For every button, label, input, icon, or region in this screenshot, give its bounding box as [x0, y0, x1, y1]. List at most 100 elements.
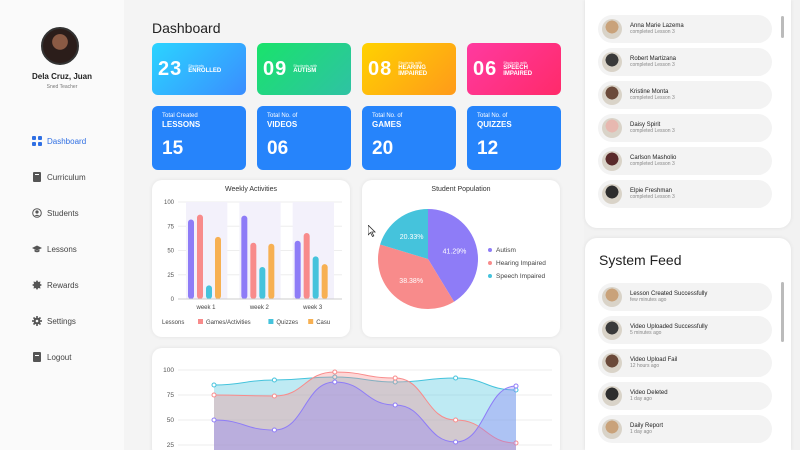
recent-activity-row[interactable]: Daisy Spirit completed Lesson 3	[598, 114, 772, 142]
total-small: Total No. of	[372, 113, 403, 119]
legend-swatch	[488, 261, 492, 265]
legend-label: Speech Impaired	[496, 273, 546, 280]
stat-card-enrolled[interactable]: 23 Students ENROLLED	[152, 43, 246, 95]
avatar	[602, 118, 622, 138]
sidebar: Dela Cruz, Juan Sned Teacher Dashboard C…	[0, 0, 124, 450]
cursor-icon	[368, 225, 376, 237]
nav-item-curriculum[interactable]: Curriculum	[32, 170, 86, 184]
grid-icon	[32, 136, 42, 146]
feed-title: System Feed	[599, 252, 682, 268]
recent-activity-row[interactable]: Carlson Masholio completed Lesson 3	[598, 147, 772, 175]
stat-big: HEARING IMPAIRED	[398, 65, 428, 77]
feed-item-text: Daily Report 1 day ago	[630, 423, 663, 436]
feed-item-row[interactable]: Video Upload Fail 12 hours ago	[598, 349, 772, 377]
feed-item-row[interactable]: Video Deleted 1 day ago	[598, 382, 772, 410]
bar	[321, 264, 328, 299]
nav-item-lessons[interactable]: Lessons	[32, 242, 77, 256]
y-tick-label: 100	[163, 367, 174, 374]
stat-small: Students with	[503, 60, 528, 65]
stat-card-speech[interactable]: 06 Students with SPEECH IMPAIRED	[467, 43, 561, 95]
user-circle-icon	[32, 208, 42, 218]
data-point	[271, 377, 277, 383]
avatar	[602, 19, 622, 39]
bar	[250, 242, 257, 299]
total-big: LESSONS	[162, 120, 201, 129]
data-point	[211, 417, 217, 423]
recent-activity-text: Daisy Spirit completed Lesson 3	[630, 122, 675, 135]
x-tick-label: week 3	[302, 305, 323, 311]
feed-item-subtitle: 12 hours ago	[630, 362, 660, 369]
stat-value: 06	[473, 57, 498, 80]
feed-item-row[interactable]: Lesson Created Successfully few minutes a…	[598, 283, 772, 311]
stat-big: AUTISM	[293, 68, 317, 74]
recent-activity-row[interactable]: Kristine Monta completed Lesson 3	[598, 81, 772, 109]
data-point	[453, 375, 459, 381]
legend-label: Hearing Impaired	[496, 260, 546, 267]
feed-item-row[interactable]: Daily Report 1 day ago	[598, 415, 772, 443]
recent-activity-row[interactable]: Robert Martizana completed Lesson 3	[598, 48, 772, 76]
data-point	[453, 439, 459, 445]
stat-value: 08	[368, 57, 393, 80]
total-big: VIDEOS	[267, 120, 298, 129]
feed-item-row[interactable]: Video Uploaded Successfully 5 minutes ago	[598, 316, 772, 344]
legend-swatch	[488, 248, 492, 252]
pie-label: 20.33%	[400, 234, 424, 241]
total-value: 20	[372, 138, 394, 159]
total-card-lessons[interactable]: Total Created LESSONS 15	[152, 106, 246, 170]
area-chart: 100 75 50 25	[163, 367, 552, 450]
recent-activity-subtitle: completed Lesson 3	[630, 28, 675, 35]
stat-small: Students with	[398, 60, 423, 65]
bar	[312, 256, 319, 299]
total-small: Total No. of	[477, 113, 508, 119]
recent-activity-row[interactable]: Elpie Freshman completed Lesson 3	[598, 180, 772, 208]
nav-item-students[interactable]: Students	[32, 206, 79, 220]
total-card-videos[interactable]: Total No. of VIDEOS 06	[257, 106, 351, 170]
feed-scrollbar[interactable]	[781, 282, 784, 342]
legend-swatch	[268, 319, 274, 324]
total-small: Total No. of	[267, 113, 298, 119]
x-tick-label: week 2	[249, 305, 270, 311]
nav-item-settings[interactable]: Settings	[32, 314, 76, 328]
avatar[interactable]	[41, 27, 79, 65]
total-value: 15	[162, 138, 184, 159]
avatar	[602, 320, 622, 340]
avatar	[602, 184, 622, 204]
recent-activity-text: Anna Marie Lazema completed Lesson 3	[630, 23, 684, 36]
avatar	[602, 386, 622, 406]
data-point	[392, 402, 398, 408]
legend-label: Autism	[496, 247, 516, 254]
nav-label: Dashboard	[47, 136, 87, 146]
total-card-games[interactable]: Total No. of GAMES 20	[362, 106, 456, 170]
legend-swatch	[308, 319, 314, 324]
nav-item-dashboard[interactable]: Dashboard	[32, 134, 86, 148]
nav-item-logout[interactable]: Logout	[32, 350, 71, 364]
avatar	[602, 419, 622, 439]
recent-activity-subtitle: completed Lesson 3	[630, 61, 675, 68]
stat-card-autism[interactable]: 09 Students with AUTISM	[257, 43, 351, 95]
stat-card-hearing[interactable]: 08 Students with HEARING IMPAIRED	[362, 43, 456, 95]
feed-item-subtitle: few minutes ago	[630, 296, 667, 303]
pie-label: 41.29%	[443, 249, 467, 256]
stat-small: Students with	[293, 63, 318, 68]
recent-activity-subtitle: completed Lesson 3	[630, 160, 675, 167]
recent-activity-subtitle: completed Lesson 3	[630, 127, 675, 134]
weekly-activities-panel: Weekly Activities 100 75 50 25 0 week 1 week 2…	[152, 180, 350, 337]
bar	[303, 233, 310, 299]
total-card-quizzes[interactable]: Total No. of QUIZZES 12	[467, 106, 561, 170]
pie-label: 38.38%	[399, 278, 423, 285]
recent-scrollbar[interactable]	[781, 16, 784, 38]
bar	[268, 243, 275, 299]
recent-activity-text: Kristine Monta completed Lesson 3	[630, 89, 675, 102]
data-point	[332, 379, 338, 385]
feed-item-text: Video Deleted 1 day ago	[630, 390, 668, 403]
badge-icon	[32, 280, 42, 290]
recent-activity-row[interactable]: Anna Marie Lazema completed Lesson 3	[598, 15, 772, 43]
data-point	[453, 417, 459, 423]
nav-item-rewards[interactable]: Rewards	[32, 278, 79, 292]
bar	[215, 236, 221, 299]
feed-item-subtitle: 1 day ago	[630, 428, 652, 435]
avatar	[602, 52, 622, 72]
recent-activity-text: Robert Martizana completed Lesson 3	[630, 56, 676, 69]
page-title: Dashboard	[152, 20, 221, 36]
total-small: Total Created	[162, 113, 198, 119]
